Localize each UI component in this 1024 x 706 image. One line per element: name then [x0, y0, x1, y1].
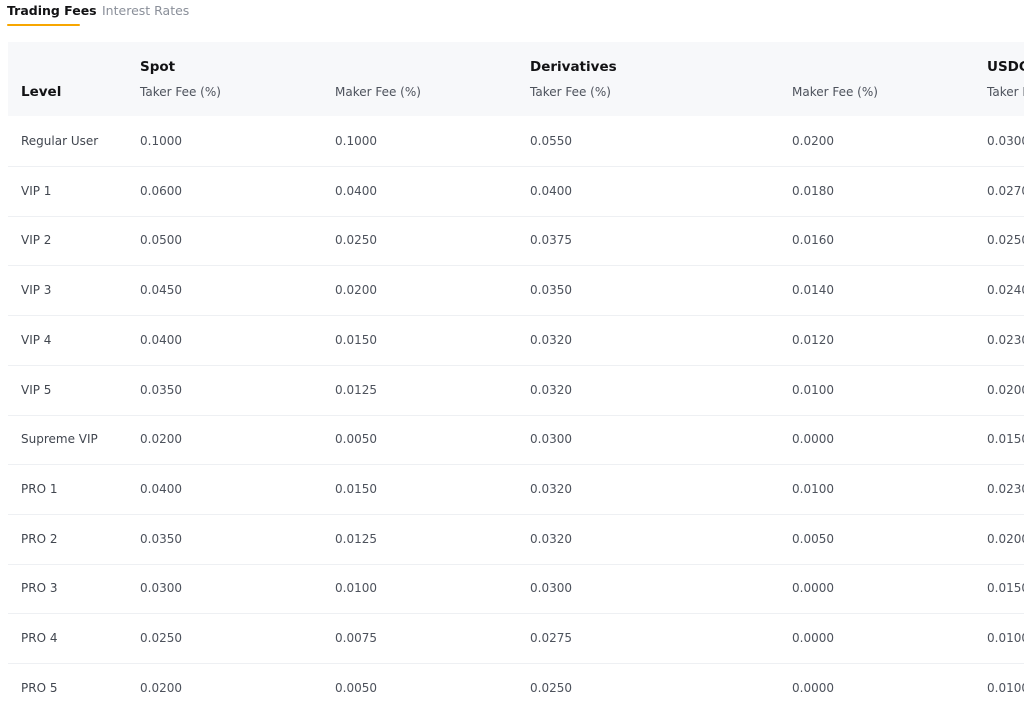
spot-maker-fee-cell: 0.0400 — [335, 183, 377, 198]
spot-maker-fee-cell: 0.0200 — [335, 283, 377, 298]
tab-interest-rates[interactable]: Interest Rates — [102, 3, 189, 18]
derivatives-taker-fee-cell: 0.0375 — [530, 233, 572, 248]
spot-taker-fee-cell: 0.0350 — [140, 531, 182, 546]
derivatives-taker-fee-cell: 0.0300 — [530, 432, 572, 447]
derivatives-taker-fee-cell: 0.0320 — [530, 332, 572, 347]
table-header: Level Spot Derivatives USDC Taker Fee (%… — [8, 42, 1024, 116]
spot-maker-fee-cell: 0.0125 — [335, 531, 377, 546]
usdc-taker-fee-cell: 0.0200 — [987, 531, 1024, 546]
usdc-group-header: USDC — [987, 59, 1024, 75]
derivatives-taker-fee-cell: 0.0320 — [530, 481, 572, 496]
table-row: PRO 5 0.0200 0.0050 0.0250 0.0000 0.0100 — [8, 664, 1024, 706]
table-row: VIP 3 0.0450 0.0200 0.0350 0.0140 0.0240 — [8, 266, 1024, 317]
usdc-taker-fee-cell: 0.0250 — [987, 233, 1024, 248]
spot-maker-fee-cell: 0.0150 — [335, 332, 377, 347]
derivatives-taker-fee-cell: 0.0300 — [530, 581, 572, 596]
usdc-taker-fee-cell: 0.0100 — [987, 680, 1024, 695]
spot-maker-fee-cell: 0.0150 — [335, 481, 377, 496]
table-row: VIP 5 0.0350 0.0125 0.0320 0.0100 0.0200 — [8, 366, 1024, 416]
spot-taker-fee-cell: 0.0400 — [140, 332, 182, 347]
usdc-taker-fee-cell: 0.0150 — [987, 581, 1024, 596]
spot-maker-fee-header: Maker Fee (%) — [335, 85, 421, 99]
derivatives-taker-fee-cell: 0.0550 — [530, 134, 572, 148]
spot-taker-fee-header: Taker Fee (%) — [140, 85, 221, 99]
table-row: PRO 4 0.0250 0.0075 0.0275 0.0000 0.0100 — [8, 614, 1024, 664]
derivatives-maker-fee-cell: 0.0000 — [792, 432, 834, 447]
spot-maker-fee-cell: 0.0125 — [335, 382, 377, 397]
table-row: VIP 2 0.0500 0.0250 0.0375 0.0160 0.0250 — [8, 216, 1024, 267]
level-cell: PRO 3 — [21, 581, 58, 596]
spot-maker-fee-cell: 0.0250 — [335, 233, 377, 248]
derivatives-taker-fee-cell: 0.0275 — [530, 631, 572, 645]
level-cell: Regular User — [21, 134, 99, 148]
derivatives-maker-fee-cell: 0.0140 — [792, 283, 834, 298]
derivatives-maker-fee-cell: 0.0000 — [792, 680, 834, 695]
usdc-taker-fee-header: Taker F — [987, 85, 1024, 99]
derivatives-taker-fee-cell: 0.0400 — [530, 183, 572, 198]
derivatives-taker-fee-header: Taker Fee (%) — [530, 85, 611, 99]
derivatives-maker-fee-cell: 0.0000 — [792, 581, 834, 596]
level-cell: PRO 2 — [21, 531, 58, 546]
spot-maker-fee-cell: 0.0100 — [335, 581, 377, 596]
derivatives-maker-fee-cell: 0.0180 — [792, 183, 834, 198]
usdc-taker-fee-cell: 0.0230 — [987, 481, 1024, 496]
derivatives-maker-fee-cell: 0.0100 — [792, 481, 834, 496]
spot-maker-fee-cell: 0.0075 — [335, 631, 377, 645]
derivatives-taker-fee-cell: 0.0320 — [530, 382, 572, 397]
derivatives-maker-fee-cell: 0.0120 — [792, 332, 834, 347]
spot-taker-fee-cell: 0.0200 — [140, 432, 182, 447]
spot-maker-fee-cell: 0.0050 — [335, 432, 377, 447]
spot-taker-fee-cell: 0.1000 — [140, 134, 182, 148]
spot-taker-fee-cell: 0.0450 — [140, 283, 182, 298]
spot-taker-fee-cell: 0.0350 — [140, 382, 182, 397]
derivatives-group-header: Derivatives — [530, 59, 617, 75]
table-row: Regular User 0.1000 0.1000 0.0550 0.0200 0.03… — [8, 117, 1024, 167]
table-row: PRO 3 0.0300 0.0100 0.0300 0.0000 0.0150 — [8, 564, 1024, 615]
derivatives-maker-fee-cell: 0.0100 — [792, 382, 834, 397]
derivatives-maker-fee-cell: 0.0050 — [792, 531, 834, 546]
usdc-taker-fee-cell: 0.0150 — [987, 432, 1024, 447]
usdc-taker-fee-cell: 0.0300 — [987, 134, 1024, 148]
level-cell: VIP 5 — [21, 382, 52, 397]
usdc-taker-fee-cell: 0.0100 — [987, 631, 1024, 645]
spot-maker-fee-cell: 0.0050 — [335, 680, 377, 695]
spot-taker-fee-cell: 0.0600 — [140, 183, 182, 198]
level-cell: VIP 1 — [21, 183, 52, 198]
level-cell: PRO 5 — [21, 680, 58, 695]
spot-taker-fee-cell: 0.0200 — [140, 680, 182, 695]
level-cell: VIP 4 — [21, 332, 52, 347]
derivatives-maker-fee-cell: 0.0200 — [792, 134, 834, 148]
usdc-taker-fee-cell: 0.0240 — [987, 283, 1024, 298]
usdc-taker-fee-cell: 0.0200 — [987, 382, 1024, 397]
level-column-header: Level — [21, 84, 62, 100]
spot-taker-fee-cell: 0.0400 — [140, 481, 182, 496]
fee-table: Level Spot Derivatives USDC Taker Fee (%… — [8, 42, 1024, 706]
level-cell: PRO 4 — [21, 631, 58, 645]
table-row: Supreme VIP 0.0200 0.0050 0.0300 0.0000 0.015… — [8, 415, 1024, 466]
derivatives-taker-fee-cell: 0.0250 — [530, 680, 572, 695]
fee-tabs: Trading Fees Interest Rates — [0, 0, 1024, 32]
spot-taker-fee-cell: 0.0300 — [140, 581, 182, 596]
spot-group-header: Spot — [140, 59, 176, 75]
table-row: VIP 4 0.0400 0.0150 0.0320 0.0120 0.0230 — [8, 316, 1024, 366]
table-row: VIP 1 0.0600 0.0400 0.0400 0.0180 0.0270 — [8, 167, 1024, 217]
level-cell: Supreme VIP — [21, 432, 98, 447]
spot-taker-fee-cell: 0.0500 — [140, 233, 182, 248]
derivatives-maker-fee-cell: 0.0000 — [792, 631, 834, 645]
table-row: PRO 1 0.0400 0.0150 0.0320 0.0100 0.0230 — [8, 465, 1024, 515]
level-cell: VIP 2 — [21, 233, 52, 248]
derivatives-maker-fee-header: Maker Fee (%) — [792, 85, 878, 99]
usdc-taker-fee-cell: 0.0270 — [987, 183, 1024, 198]
table-row: PRO 2 0.0350 0.0125 0.0320 0.0050 0.0200 — [8, 515, 1024, 565]
derivatives-taker-fee-cell: 0.0350 — [530, 283, 572, 298]
spot-maker-fee-cell: 0.1000 — [335, 134, 377, 148]
level-cell: VIP 3 — [21, 283, 52, 298]
tab-trading-fees[interactable]: Trading Fees — [7, 3, 97, 18]
level-cell: PRO 1 — [21, 481, 58, 496]
usdc-taker-fee-cell: 0.0230 — [987, 332, 1024, 347]
derivatives-taker-fee-cell: 0.0320 — [530, 531, 572, 546]
active-tab-indicator — [7, 24, 80, 26]
spot-taker-fee-cell: 0.0250 — [140, 631, 182, 645]
derivatives-maker-fee-cell: 0.0160 — [792, 233, 834, 248]
